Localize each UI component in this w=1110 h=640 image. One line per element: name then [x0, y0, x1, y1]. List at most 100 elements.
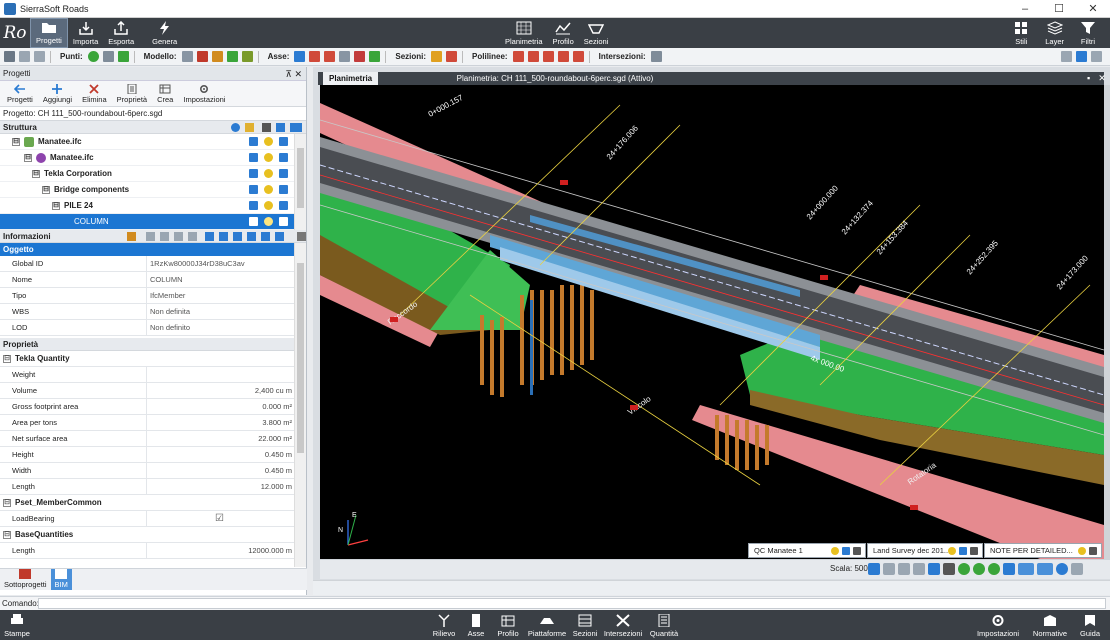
tab-planimetria[interactable]: Planimetria — [323, 72, 379, 85]
ribbon-filtri-button[interactable]: Filtri — [1072, 18, 1104, 48]
copy-icon[interactable] — [188, 232, 197, 241]
view-mode-icon[interactable] — [928, 563, 940, 575]
tree-item-pile-24[interactable]: ⊟ PILE 24 — [0, 198, 306, 214]
lock-icon[interactable] — [279, 201, 288, 210]
info-scrollbar[interactable] — [294, 243, 306, 567]
pin-close-icon[interactable]: ⊼ ✕ — [285, 67, 302, 81]
contour-icon[interactable] — [241, 51, 253, 62]
rilievo-button[interactable]: Rilievo — [430, 610, 458, 640]
impostazioni-button[interactable]: Impostazioni — [178, 84, 230, 104]
bulb-icon[interactable] — [264, 185, 273, 194]
visible-check-icon[interactable] — [249, 201, 258, 210]
infinite-icon[interactable] — [1037, 563, 1053, 575]
section-edit-icon[interactable] — [446, 51, 458, 62]
section-cut-icon[interactable] — [431, 51, 443, 62]
save-icon[interactable] — [174, 232, 183, 241]
filter-icon[interactable] — [262, 123, 271, 132]
quantita-button[interactable]: Quantità — [647, 610, 681, 640]
bulb-icon[interactable] — [264, 153, 273, 162]
bulb-icon[interactable] — [948, 547, 956, 555]
axis-table-icon[interactable] — [339, 51, 351, 62]
view-icon-2[interactable] — [1076, 51, 1087, 62]
tree-item-column[interactable]: COLUMN — [0, 214, 306, 230]
tool-icon-3[interactable] — [233, 232, 242, 241]
visible-check-icon[interactable] — [249, 153, 258, 162]
zoom-icon[interactable] — [868, 563, 880, 575]
axis-delete-icon[interactable] — [354, 51, 366, 62]
view-icon-3[interactable] — [1091, 51, 1102, 62]
asse-button[interactable]: Asse — [465, 610, 487, 640]
pan-icon[interactable] — [913, 563, 925, 575]
axis-edit-icon[interactable] — [324, 51, 336, 62]
screen-icon[interactable] — [1071, 563, 1083, 575]
tree-scrollbar[interactable] — [294, 134, 306, 230]
tree-icon[interactable] — [117, 51, 129, 62]
viewport-scrollbar[interactable] — [1104, 85, 1110, 559]
lock-icon[interactable] — [279, 217, 288, 226]
ribbon-importa-button[interactable]: Importa — [68, 18, 103, 48]
snap-end-icon[interactable] — [973, 563, 985, 575]
layer-dropdown-1[interactable]: QC Manatee 1 — [748, 543, 866, 558]
proprieta-button[interactable]: Proprietà — [112, 84, 152, 104]
chevron-down-icon[interactable] — [970, 547, 978, 555]
chevron-down-icon[interactable] — [853, 547, 861, 555]
zoom-window-icon[interactable] — [883, 563, 895, 575]
sezioni-button[interactable]: Sezioni — [572, 610, 598, 640]
folder-icon[interactable] — [245, 123, 254, 132]
mesh-icon[interactable] — [181, 51, 193, 62]
view-options-icon[interactable] — [290, 123, 302, 132]
command-input[interactable] — [38, 598, 1106, 609]
tree-item-bridge-components[interactable]: ⊟ Bridge components — [0, 182, 306, 198]
intersezioni-button[interactable]: Intersezioni — [603, 610, 643, 640]
group-tekla-quantity[interactable]: ⊟ Tekla Quantity — [0, 351, 306, 367]
horizontal-scrollbar[interactable] — [313, 580, 1110, 595]
group-pset-member-common[interactable]: ⊟ Pset_MemberCommon — [0, 495, 306, 511]
view-icon-1[interactable] — [1061, 51, 1072, 62]
visible-check-icon[interactable] — [249, 137, 258, 146]
layer-dropdown-2[interactable]: Land Survey dec 201... — [867, 543, 983, 558]
guida-button[interactable]: Guida — [1076, 610, 1104, 640]
add-icon[interactable] — [146, 232, 155, 241]
select-icon[interactable] — [276, 123, 285, 132]
bulb-icon[interactable] — [264, 169, 273, 178]
crea-button[interactable]: Crea — [152, 84, 178, 104]
plan-viewport[interactable]: 0+000.157 24+176.006 24+132.374 24+153.3… — [320, 85, 1104, 559]
tree-item-manatee-root[interactable]: ⊟ Manatee.ifc — [0, 134, 306, 150]
ribbon-genera-button[interactable]: Genera — [147, 18, 182, 48]
ribbon-stili-button[interactable]: Stili — [1005, 18, 1037, 48]
lock-icon[interactable] — [279, 169, 288, 178]
lock-icon[interactable] — [279, 137, 288, 146]
tree-item-manatee-ifc[interactable]: ⊟ Manatee.ifc — [0, 150, 306, 166]
tool-icon-4[interactable] — [247, 232, 256, 241]
doc-restore-button[interactable]: ▪ — [1087, 72, 1090, 85]
tool-icon-6[interactable] — [275, 232, 284, 241]
polyline-edit-icon[interactable] — [527, 51, 539, 62]
impostazioni-bottom-button[interactable]: Impostazioni — [975, 610, 1021, 640]
ribbon-planimetria-button[interactable]: Planimetria — [500, 18, 548, 48]
tool-icon-2[interactable] — [219, 232, 228, 241]
ribbon-sezioni-button[interactable]: Sezioni — [579, 18, 614, 48]
bulb-icon[interactable] — [831, 547, 839, 555]
tree-item-tekla[interactable]: ⊟ Tekla Corporation — [0, 166, 306, 182]
polyline-draw-icon[interactable] — [512, 51, 524, 62]
doc-close-button[interactable]: ✕ — [1098, 72, 1106, 85]
tool-icon-1[interactable] — [205, 232, 214, 241]
snap-point-icon[interactable] — [958, 563, 970, 575]
axis-draw-icon[interactable] — [294, 51, 306, 62]
snap-icon[interactable] — [943, 563, 955, 575]
polyline-delete-icon[interactable] — [572, 51, 584, 62]
zoom-extents-icon[interactable] — [898, 563, 910, 575]
globe-icon[interactable] — [1056, 563, 1068, 575]
bulb-icon[interactable] — [264, 217, 273, 226]
bulb-icon[interactable] — [264, 201, 273, 210]
profilo-button[interactable]: Profilo — [494, 610, 522, 640]
info-icon[interactable] — [231, 123, 240, 132]
undo-icon[interactable] — [19, 51, 30, 62]
lock-icon[interactable] — [842, 547, 850, 555]
lock-icon[interactable] — [959, 547, 967, 555]
maximize-button[interactable]: ☐ — [1042, 0, 1076, 18]
chevron-down-icon[interactable] — [1089, 547, 1097, 555]
visible-check-icon[interactable] — [249, 185, 258, 194]
bulb-icon[interactable] — [264, 137, 273, 146]
edit-icon[interactable] — [127, 232, 136, 241]
